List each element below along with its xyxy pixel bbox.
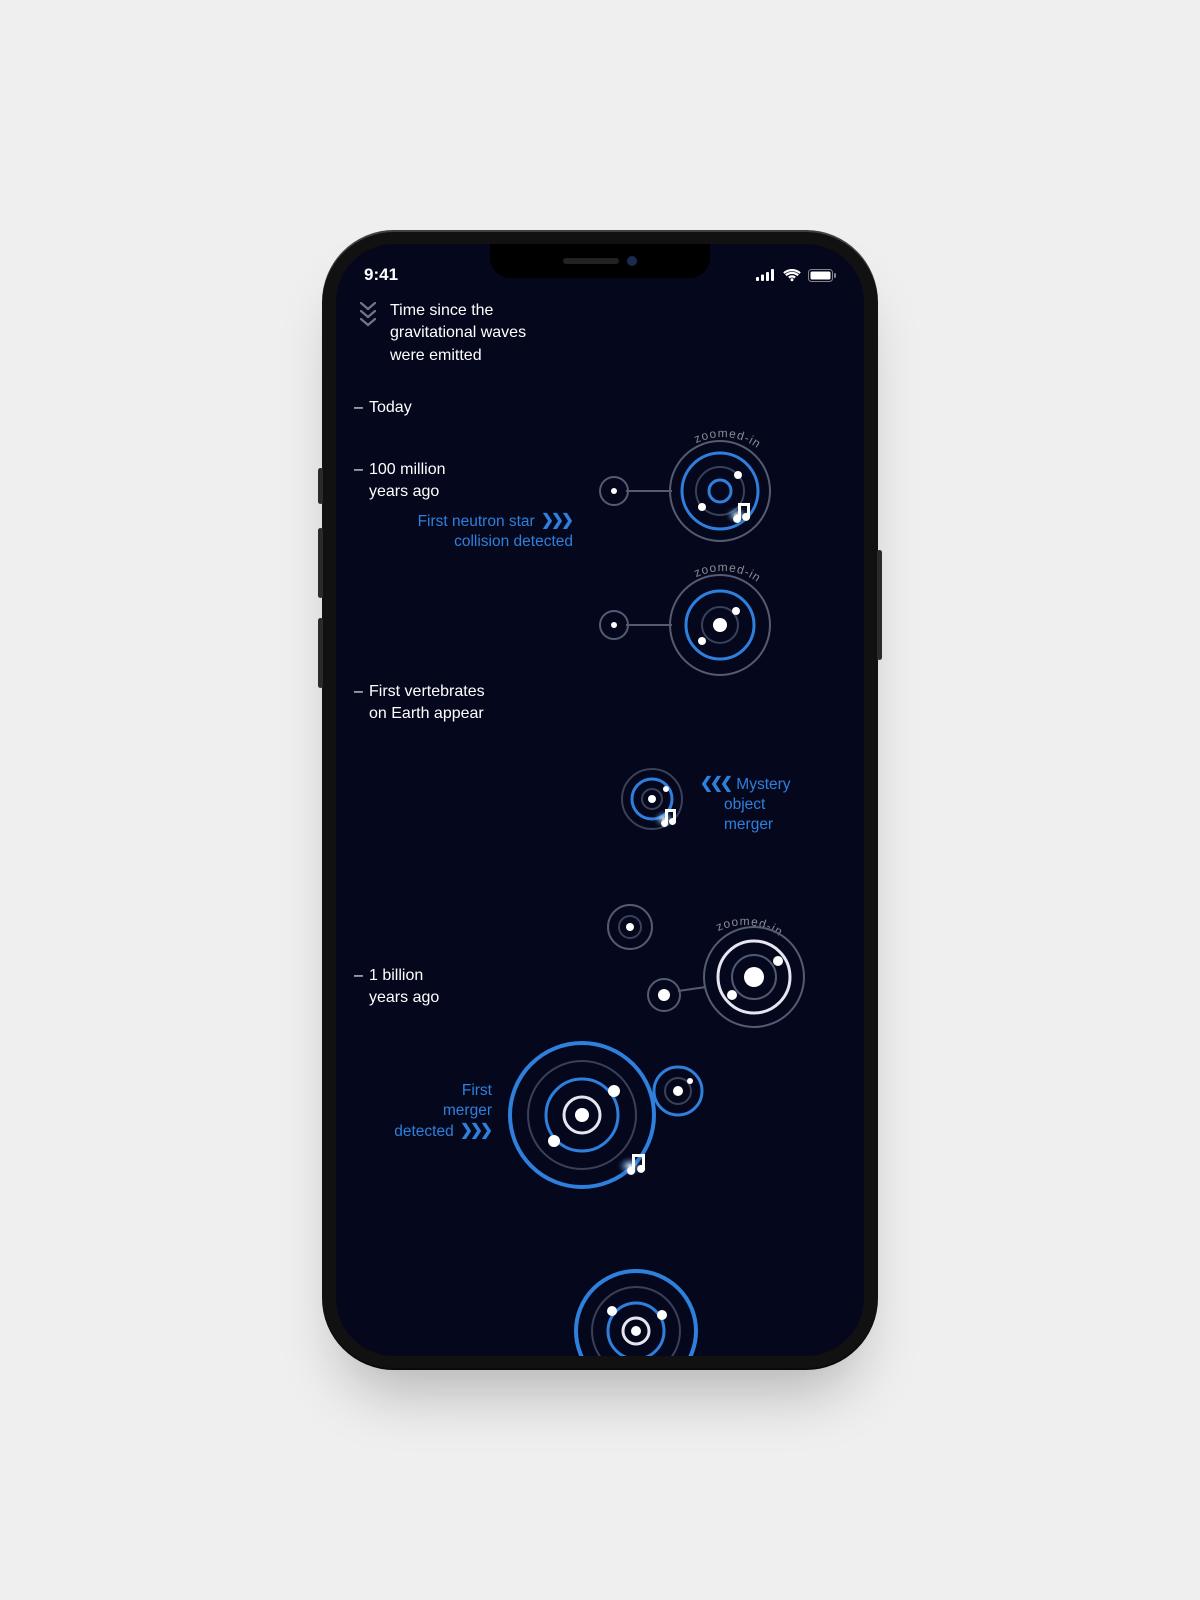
status-time: 9:41 (364, 265, 398, 285)
timeline[interactable]: Today 100 million years ago First verteb… (336, 371, 864, 1356)
zoom-label: zoomed-in (692, 426, 764, 451)
merger-neutron-star-icon[interactable] (600, 441, 770, 541)
scroll-down-indicator-icon (360, 302, 376, 326)
phone-frame: 9:41 (322, 230, 878, 1370)
merger-bottom-cutoff-icon[interactable] (576, 1271, 696, 1356)
battery-icon (808, 269, 836, 282)
merger-zoom-white-icon[interactable] (648, 927, 804, 1027)
mute-switch[interactable] (318, 468, 323, 504)
merger-mystery-icon[interactable] (622, 769, 682, 829)
wifi-icon (783, 269, 801, 282)
power-button[interactable] (877, 550, 882, 660)
notch (490, 244, 710, 278)
svg-text:zoomed-in: zoomed-in (692, 560, 764, 585)
zoom-label: zoomed-in (692, 560, 764, 585)
merger-first-detected-icon[interactable] (510, 1043, 702, 1187)
header-line: were emitted (390, 345, 526, 367)
front-camera (627, 256, 637, 266)
merger-secondary-icon[interactable] (600, 575, 770, 675)
header-title: Time since the gravitational waves were … (390, 300, 526, 367)
cellular-icon (756, 269, 776, 281)
header-line: gravitational waves (390, 322, 526, 344)
header: Time since the gravitational waves were … (336, 292, 864, 371)
status-right (756, 269, 836, 282)
screen: 9:41 (336, 244, 864, 1356)
volume-up-button[interactable] (318, 528, 323, 598)
speaker-grille (563, 258, 619, 264)
merger-small-top-icon[interactable] (608, 905, 652, 949)
header-line: Time since the (390, 300, 526, 322)
timeline-graphics: zoomed-in zoomed-in zoomed-in (336, 371, 864, 1356)
volume-down-button[interactable] (318, 618, 323, 688)
svg-text:zoomed-in: zoomed-in (692, 426, 764, 451)
